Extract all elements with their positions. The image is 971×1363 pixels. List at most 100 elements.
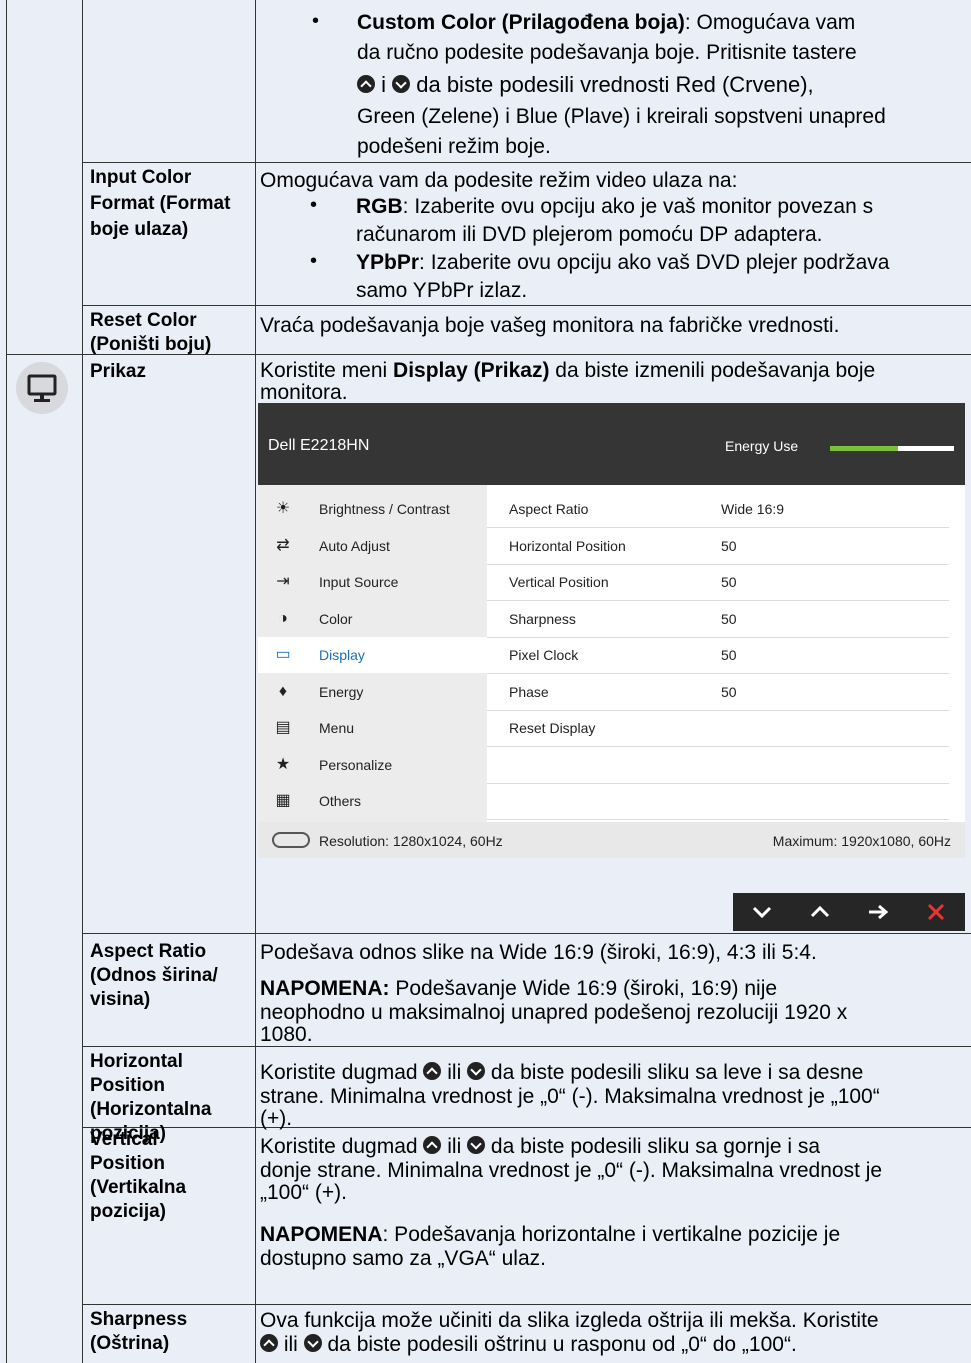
grid-line: [82, 305, 971, 306]
bullet: •: [312, 10, 320, 32]
osd-menu-item-label: Auto Adjust: [319, 537, 390, 554]
osd-setting-value: 50: [721, 647, 737, 663]
input-color-intro: Omogućava vam da podesite režim video ul…: [260, 169, 738, 192]
osd-menu-item[interactable]: ♦ Energy: [258, 674, 487, 710]
osd-menu-item[interactable]: ▭ Display: [258, 637, 487, 673]
osd-header: Dell E2218HN Energy Use: [258, 403, 965, 485]
osd-setting-row[interactable]: Aspect Ratio Wide 16:9: [487, 491, 949, 528]
up-button-icon: [423, 1136, 442, 1155]
up-button-icon: [260, 1334, 278, 1353]
right-nav-button[interactable]: [849, 893, 907, 931]
osd-setting-row: [487, 747, 949, 784]
up-nav-button[interactable]: [791, 893, 849, 931]
osd-setting-value: 50: [721, 574, 737, 590]
osd-setting-row: [487, 783, 949, 820]
reset-color-label: Reset Color (Poništi boju): [90, 310, 212, 355]
osd-maximum: Maximum: 1920x1080, 60Hz: [772, 833, 951, 849]
osd-setting-row[interactable]: Sharpness 50: [487, 601, 949, 638]
monitor-icon: [27, 374, 57, 402]
rgb-line2: računarom ili DVD plejerom pomoću DP ada…: [356, 223, 823, 246]
close-icon: [927, 903, 945, 921]
grid-line: [82, 1127, 971, 1128]
prikaz-label: Prikaz: [90, 361, 146, 382]
osd-setting-row[interactable]: Pixel Clock 50: [487, 637, 949, 674]
osd-settings-list: Aspect Ratio Wide 16:9 Horizontal Position…: [487, 485, 965, 822]
vpos-line2: donje strane. Minimalna vrednost je „0“ …: [260, 1159, 883, 1182]
osd-menu-item[interactable]: ▤ Menu: [258, 710, 487, 746]
others-icon: ▦: [275, 792, 291, 809]
osd-model-title: Dell E2218HN: [268, 437, 370, 454]
aspect-ratio-label: Aspect Ratio (Odnos širina/ visina): [90, 941, 218, 1010]
aspect-note2: neophodno u maksimalnoj unapred podešeno…: [260, 1001, 848, 1024]
auto-adjust-icon: ⇄: [276, 536, 290, 554]
vpos-note1: NAPOMENA: Podešavanja horizontalne i ver…: [260, 1223, 841, 1246]
grid-line: [255, 0, 256, 1363]
ypbpr-line2: samo YPbPr izlaz.: [356, 279, 528, 302]
osd-menu-item[interactable]: ⇥ Input Source: [258, 564, 487, 600]
grid-line: [82, 1046, 971, 1047]
osd-setting-row[interactable]: Phase 50: [487, 674, 949, 711]
osd-nav-bar: [733, 893, 965, 931]
osd-menu-item-label: Input Source: [319, 574, 399, 590]
rgb-line1: RGB: Izaberite ovu opciju ako je vaš mon…: [356, 195, 874, 218]
osd-menu-item[interactable]: ⇄ Auto Adjust: [258, 528, 487, 564]
osd-menu-item[interactable]: ★ Personalize: [258, 747, 487, 783]
vpos-line1: Koristite dugmad ili da biste podesili s…: [260, 1135, 821, 1158]
osd-menu-screenshot: Dell E2218HN Energy Use ☀ Brightness / Co…: [258, 403, 965, 858]
sharp-line2: ili da biste podesili oštrinu u rasponu …: [260, 1332, 797, 1358]
star-icon: ★: [275, 755, 291, 773]
ypbpr-line1: YPbPr: Izaberite ovu opciju ako vaš DVD …: [356, 251, 890, 274]
osd-menu-item[interactable]: ▦ Others: [258, 783, 487, 819]
down-button-icon: [392, 75, 411, 94]
down-nav-button[interactable]: [733, 893, 791, 931]
osd-setting-row[interactable]: Horizontal Position 50: [487, 528, 949, 565]
energy-icon: ♦: [278, 682, 288, 700]
osd-menu-item-label: Others: [319, 793, 362, 809]
sharpness-label: Sharpness (Oštrina): [90, 1309, 188, 1354]
osd-setting-value: Wide 16:9: [721, 501, 785, 517]
grid-line: [82, 162, 971, 163]
osd-setting-name: Reset Display: [509, 720, 596, 736]
sharp-line1: Ova funkcija može učiniti da slika izgle…: [260, 1309, 879, 1332]
aspect-note1: NAPOMENA: Podešavanje Wide 16:9 (široki,…: [260, 977, 778, 1000]
bullet: •: [310, 250, 318, 272]
osd-menu-item-label: Color: [319, 610, 353, 627]
osd-setting-name: Pixel Clock: [509, 647, 579, 663]
prikaz-line1: Koristite meni Display (Prikaz) da biste…: [260, 359, 876, 382]
hpos-line2: strane. Minimalna vrednost je „0“ (-). M…: [260, 1085, 880, 1108]
hpos-line1: Koristite dugmad ili da biste podesili s…: [260, 1061, 864, 1084]
brightness-icon: ☀: [275, 500, 291, 517]
custom-color-line4: Green (Zelene) i Blue (Plave) i kreirali…: [357, 105, 886, 128]
osd-setting-name: Aspect Ratio: [509, 501, 589, 517]
energy-use-fill: [830, 446, 899, 451]
osd-menu-item-label: Personalize: [319, 756, 393, 773]
osd-setting-row[interactable]: Vertical Position 50: [487, 564, 949, 601]
down-button-icon: [303, 1334, 322, 1353]
grid-line: [82, 0, 83, 1363]
osd-setting-row[interactable]: Reset Display: [487, 710, 949, 747]
osd-menu-item-label: Energy: [319, 683, 364, 700]
color-icon: ◑: [278, 609, 288, 627]
custom-color-line3: i da biste podesili vrednosti Red (Crven…: [357, 72, 814, 98]
input-color-label: Input Color Format (Format boje ulaza): [90, 167, 231, 240]
osd-menu-item-label: Brightness / Contrast: [319, 501, 450, 517]
osd-resolution: Resolution: 1280x1024, 60Hz: [319, 833, 503, 849]
osd-menu-item[interactable]: ◑ Color: [258, 601, 487, 637]
aspect-note3: 1080.: [260, 1023, 313, 1046]
arrow-right-icon: [869, 904, 889, 920]
vga-connector-icon: [272, 832, 310, 848]
osd-setting-name: Sharpness: [509, 610, 576, 627]
grid-line: [82, 1304, 971, 1305]
osd-energy-label: Energy Use: [725, 438, 799, 454]
osd-setting-value: 50: [721, 537, 737, 554]
custom-color-line2: da ručno podesite podešavanja boje. Prit…: [357, 41, 857, 64]
up-button-icon: [357, 75, 375, 94]
custom-color-title: Custom Color (Prilagođena boja): [357, 11, 685, 34]
up-button-icon: [423, 1062, 442, 1081]
osd-menu-item-label: Menu: [319, 720, 355, 736]
osd-menu-item[interactable]: ☀ Brightness / Contrast: [258, 491, 487, 527]
osd-setting-value: 50: [721, 683, 737, 700]
close-nav-button[interactable]: [907, 893, 965, 931]
vpos-note2: dostupno samo za „VGA“ ulaz.: [260, 1247, 546, 1270]
custom-color-line1: Custom Color (Prilagođena boja): Omoguća…: [357, 11, 856, 34]
